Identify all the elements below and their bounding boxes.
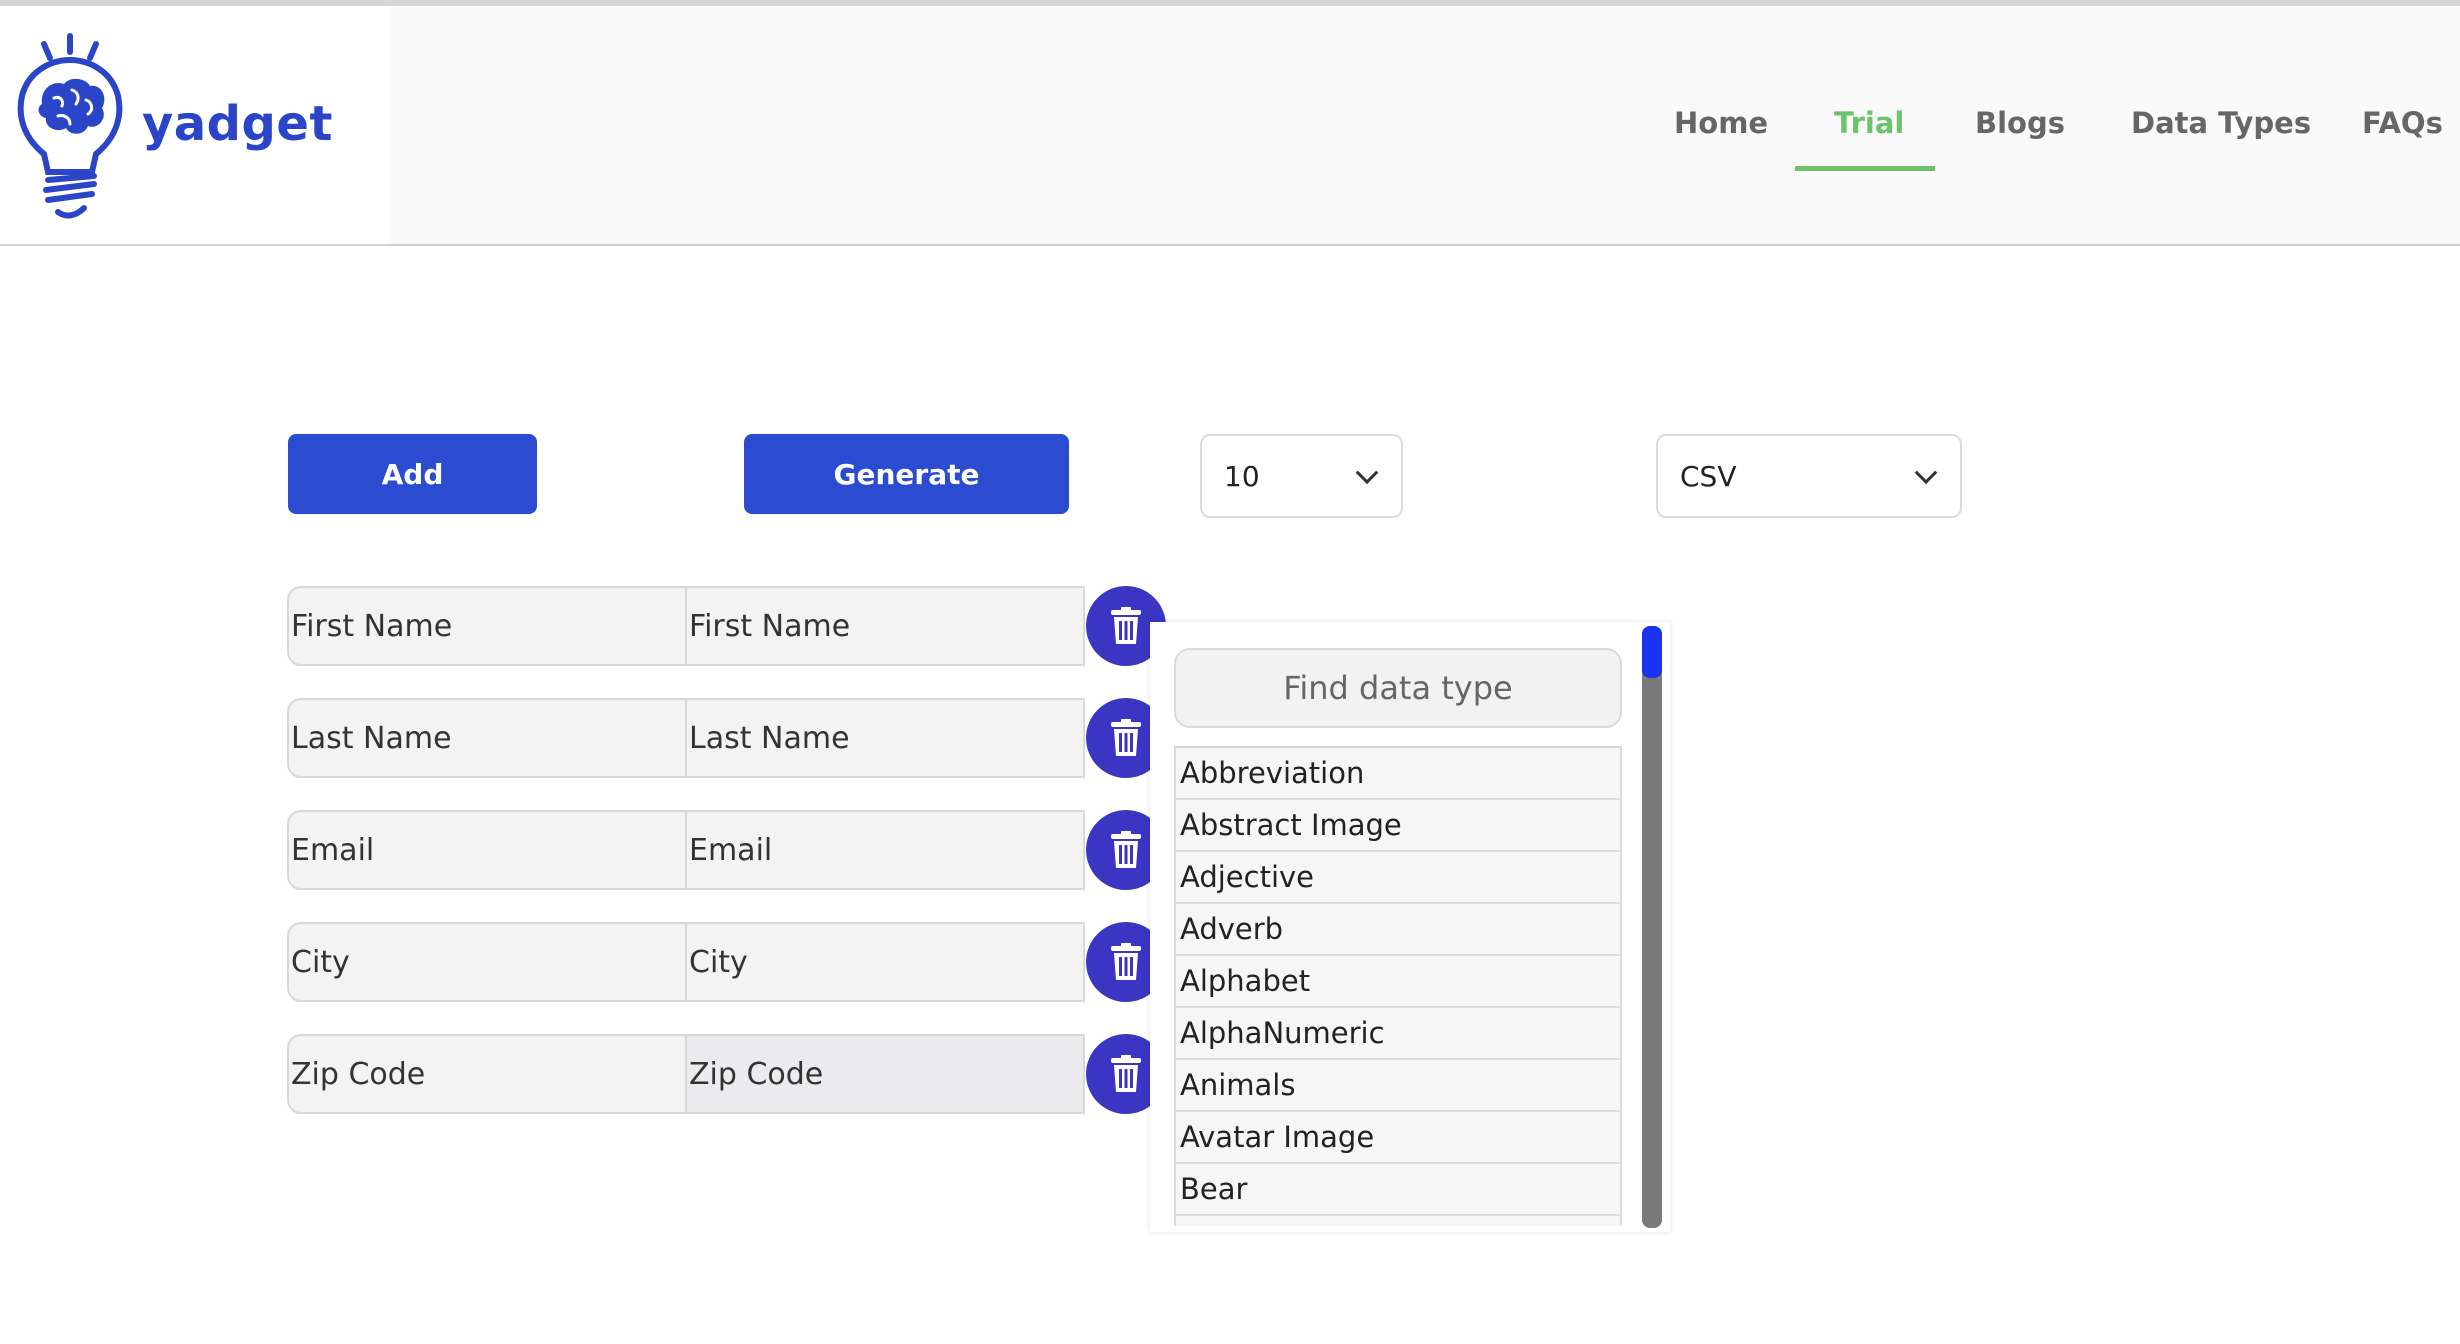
lightbulb-brain-icon: [17, 33, 123, 219]
field-row: Last Name Last Name: [287, 698, 1087, 778]
data-type-dropdown: Abbreviation Abstract Image Adjective Ad…: [1150, 622, 1670, 1232]
chevron-down-icon: [1914, 461, 1938, 485]
row-count-select[interactable]: 10: [1200, 434, 1403, 518]
site-header: yadget Home Trial Blogs Data Types FAQs: [0, 6, 2460, 246]
row-count-value: 10: [1224, 459, 1260, 493]
data-type-option[interactable]: Alphabet: [1174, 956, 1622, 1008]
data-type-option[interactable]: Adverb: [1174, 904, 1622, 956]
nav-blogs[interactable]: Blogs: [1975, 106, 2065, 140]
generate-button[interactable]: Generate: [744, 434, 1069, 514]
field-type-selector[interactable]: City: [685, 922, 1085, 1002]
data-type-option[interactable]: Adjective: [1174, 852, 1622, 904]
data-type-list: Abbreviation Abstract Image Adjective Ad…: [1174, 746, 1622, 1226]
data-type-option[interactable]: Abbreviation: [1174, 748, 1622, 800]
data-type-option[interactable]: Abstract Image: [1174, 800, 1622, 852]
trash-icon: [1111, 607, 1141, 644]
trash-icon: [1111, 943, 1141, 980]
logo-area[interactable]: yadget: [0, 6, 390, 244]
chevron-down-icon: [1355, 461, 1379, 485]
field-name-input[interactable]: City: [287, 922, 687, 1002]
field-name-input[interactable]: Last Name: [287, 698, 687, 778]
field-type-selector[interactable]: Email: [685, 810, 1085, 890]
nav-faqs[interactable]: FAQs: [2362, 106, 2443, 140]
format-select[interactable]: CSV: [1656, 434, 1962, 518]
add-button[interactable]: Add: [288, 434, 537, 514]
nav-home[interactable]: Home: [1674, 106, 1768, 140]
trash-icon: [1111, 719, 1141, 756]
find-data-type-input[interactable]: [1174, 648, 1622, 728]
field-name-input[interactable]: First Name: [287, 586, 687, 666]
active-tab-indicator: [1795, 166, 1935, 171]
field-row: City City: [287, 922, 1087, 1002]
data-type-option[interactable]: Avatar Image: [1174, 1112, 1622, 1164]
field-type-selector[interactable]: Last Name: [685, 698, 1085, 778]
nav-trial[interactable]: Trial: [1834, 106, 1904, 140]
format-value: CSV: [1680, 459, 1737, 493]
data-type-option[interactable]: AlphaNumeric: [1174, 1008, 1622, 1060]
nav-data-types[interactable]: Data Types: [2131, 106, 2311, 140]
field-name-input[interactable]: Zip Code: [287, 1034, 687, 1114]
trash-icon: [1111, 1055, 1141, 1092]
dropdown-scroll-thumb[interactable]: [1642, 626, 1662, 678]
trash-icon: [1111, 831, 1141, 868]
field-row: First Name First Name: [287, 586, 1087, 666]
field-name-input[interactable]: Email: [287, 810, 687, 890]
dropdown-scrollbar[interactable]: [1642, 626, 1662, 1228]
brand-name: yadget: [142, 96, 333, 152]
field-type-selector[interactable]: Zip Code: [685, 1034, 1085, 1114]
field-type-selector[interactable]: First Name: [685, 586, 1085, 666]
field-row: Zip Code Zip Code: [287, 1034, 1087, 1114]
data-type-option[interactable]: Animals: [1174, 1060, 1622, 1112]
field-row: Email Email: [287, 810, 1087, 890]
data-type-option[interactable]: [1174, 1216, 1622, 1226]
data-type-option[interactable]: Bear: [1174, 1164, 1622, 1216]
